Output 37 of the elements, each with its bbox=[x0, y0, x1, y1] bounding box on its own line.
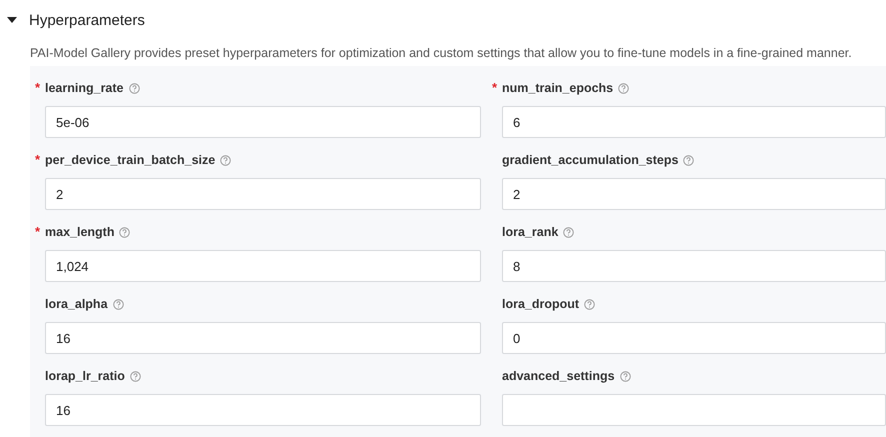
required-mark: * bbox=[35, 80, 40, 95]
help-icon[interactable] bbox=[584, 298, 596, 310]
help-icon[interactable] bbox=[112, 298, 124, 310]
input-field[interactable]: 6 bbox=[502, 106, 886, 138]
help-icon[interactable] bbox=[618, 82, 630, 94]
field-label: lorap_lr_ratio bbox=[45, 369, 125, 383]
input-field[interactable]: 2 bbox=[45, 178, 481, 210]
required-mark: * bbox=[492, 80, 498, 95]
field-label: gradient_accumulation_steps bbox=[502, 153, 678, 167]
field-label: per_device_train_batch_size bbox=[45, 153, 216, 167]
field-label: lora_dropout bbox=[502, 297, 580, 311]
field-label: max_length bbox=[45, 225, 114, 239]
help-icon[interactable] bbox=[130, 370, 141, 382]
section-description: PAI-Model Gallery provides preset hyperparameters for optimization and custom settings that allow you to fine-tune models in a fine-grained manner. bbox=[30, 46, 853, 60]
input-field[interactable]: 16 bbox=[45, 394, 481, 426]
help-icon[interactable] bbox=[563, 226, 574, 238]
field-label: num_train_epochs bbox=[502, 81, 614, 95]
help-icon[interactable] bbox=[220, 154, 232, 166]
field-label: advanced_settings bbox=[502, 369, 615, 383]
input-field[interactable]: 16 bbox=[45, 322, 481, 354]
required-mark: * bbox=[35, 152, 40, 167]
help-icon[interactable] bbox=[620, 370, 631, 382]
help-icon[interactable] bbox=[119, 226, 130, 238]
input-field[interactable]: 5e-06 bbox=[45, 106, 481, 138]
input-field[interactable]: 1,024 bbox=[45, 250, 481, 282]
field-label: lora_rank bbox=[502, 225, 558, 239]
caret-icon[interactable] bbox=[7, 17, 17, 23]
field-label: learning_rate bbox=[45, 81, 124, 95]
help-icon[interactable] bbox=[128, 82, 140, 94]
input-field[interactable]: 0 bbox=[502, 322, 886, 354]
section-title: Hyperparameters bbox=[29, 12, 145, 28]
input-field[interactable]: 8 bbox=[502, 250, 886, 282]
input-field[interactable] bbox=[502, 394, 886, 426]
field-label: lora_alpha bbox=[45, 297, 108, 311]
required-mark: * bbox=[35, 224, 40, 239]
input-field[interactable]: 2 bbox=[502, 178, 886, 210]
help-icon[interactable] bbox=[683, 154, 694, 166]
